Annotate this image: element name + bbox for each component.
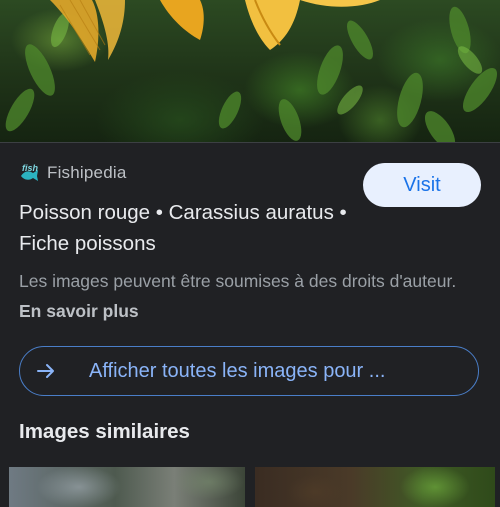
learn-more-link[interactable]: En savoir plus — [19, 301, 139, 321]
fishipedia-logo-text: fish — [22, 163, 39, 173]
copyright-text: Les images peuvent être soumises à des d… — [19, 271, 457, 291]
image-title[interactable]: Poisson rouge • Carassius auratus • Fich… — [19, 197, 349, 259]
arrow-right-icon — [37, 364, 54, 378]
similar-images-heading: Images similaires — [19, 420, 190, 443]
copyright-notice: Les images peuvent être soumises à des d… — [19, 266, 459, 326]
view-all-images-button[interactable]: Afficher toutes les images pour ... — [19, 346, 479, 396]
divider — [0, 142, 500, 143]
source-row[interactable]: fish Fishipedia — [19, 161, 127, 185]
visit-button[interactable]: Visit — [363, 163, 481, 207]
fishipedia-logo-icon: fish — [21, 163, 39, 181]
preview-image[interactable] — [0, 0, 500, 142]
similar-image-thumbnail[interactable] — [9, 467, 245, 507]
similar-image-thumbnail[interactable] — [255, 467, 495, 507]
goldfish-photo — [5, 0, 498, 142]
source-name: Fishipedia — [47, 163, 127, 182]
view-all-images-label: Afficher toutes les images pour ... — [89, 360, 386, 382]
